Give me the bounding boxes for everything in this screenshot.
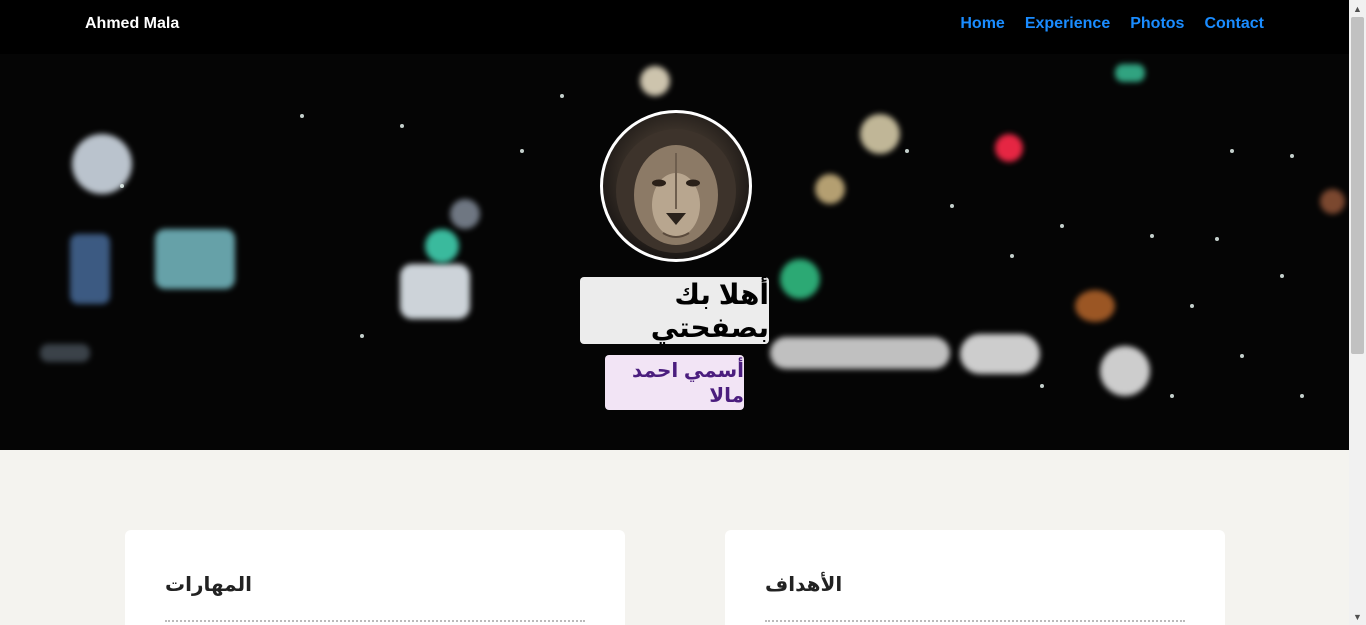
rain-drop	[1190, 304, 1194, 308]
bokeh-light	[860, 114, 900, 154]
rain-drop	[1215, 237, 1219, 241]
bokeh-light	[640, 66, 670, 96]
rain-drop	[560, 94, 564, 98]
nav-home-link[interactable]: Home	[960, 15, 1004, 33]
navbar: Ahmed Mala Home Experience Photos Contac…	[0, 0, 1349, 54]
bokeh-light	[1320, 189, 1345, 214]
welcome-heading-box: أهلا بك بصفحتي	[580, 277, 769, 344]
name-text: أسمي احمد مالا	[632, 359, 744, 407]
bokeh-light	[780, 259, 820, 299]
nav-contact-link[interactable]: Contact	[1204, 15, 1264, 33]
page: Ahmed Mala Home Experience Photos Contac…	[0, 0, 1349, 625]
scroll-thumb[interactable]	[1351, 17, 1364, 354]
bokeh-light	[400, 264, 470, 319]
rain-drop	[1230, 149, 1234, 153]
rain-drop	[1170, 394, 1174, 398]
rain-drop	[1280, 274, 1284, 278]
rain-drop	[520, 149, 524, 153]
rain-drop	[1010, 254, 1014, 258]
bokeh-light	[1115, 64, 1145, 82]
bokeh-light	[425, 229, 459, 263]
skills-card: المهارات	[125, 530, 625, 625]
brand-link[interactable]: Ahmed Mala	[85, 15, 179, 33]
rain-drop	[400, 124, 404, 128]
welcome-heading: أهلا بك بصفحتي	[650, 278, 769, 343]
text-preview	[165, 620, 585, 625]
name-badge: أسمي احمد مالا	[605, 355, 744, 410]
bokeh-light	[70, 234, 110, 304]
bokeh-light	[40, 344, 90, 362]
text-preview	[765, 620, 1185, 625]
rain-drop	[360, 334, 364, 338]
bokeh-light	[155, 229, 235, 289]
rain-drop	[1040, 384, 1044, 388]
hero-banner: أهلا بك بصفحتي أسمي احمد مالا	[0, 54, 1349, 450]
bokeh-light	[770, 337, 950, 369]
bokeh-light	[450, 199, 480, 229]
rain-drop	[1290, 154, 1294, 158]
nav-photos-link[interactable]: Photos	[1130, 15, 1184, 33]
rain-drop	[300, 114, 304, 118]
bokeh-light	[1100, 346, 1150, 396]
rain-drop	[1060, 224, 1064, 228]
skills-card-title: المهارات	[165, 574, 252, 596]
nav-links: Home Experience Photos Contact	[960, 15, 1264, 33]
rain-drop	[905, 149, 909, 153]
scroll-down-arrow-icon[interactable]: ▼	[1349, 608, 1366, 625]
goals-card-title: الأهداف	[765, 574, 843, 596]
rain-drop	[120, 184, 124, 188]
nav-experience-link[interactable]: Experience	[1025, 15, 1110, 33]
rain-drop	[1300, 394, 1304, 398]
goals-card: الأهداف	[725, 530, 1225, 625]
rain-drop	[1240, 354, 1244, 358]
lion-avatar-icon	[600, 110, 752, 262]
bokeh-light	[995, 134, 1023, 162]
bokeh-light	[815, 174, 845, 204]
bokeh-light	[1075, 290, 1115, 322]
rain-drop	[1150, 234, 1154, 238]
bokeh-light	[960, 334, 1040, 374]
vertical-scrollbar[interactable]: ▲ ▼	[1349, 0, 1366, 625]
rain-drop	[950, 204, 954, 208]
scroll-up-arrow-icon[interactable]: ▲	[1349, 0, 1366, 17]
